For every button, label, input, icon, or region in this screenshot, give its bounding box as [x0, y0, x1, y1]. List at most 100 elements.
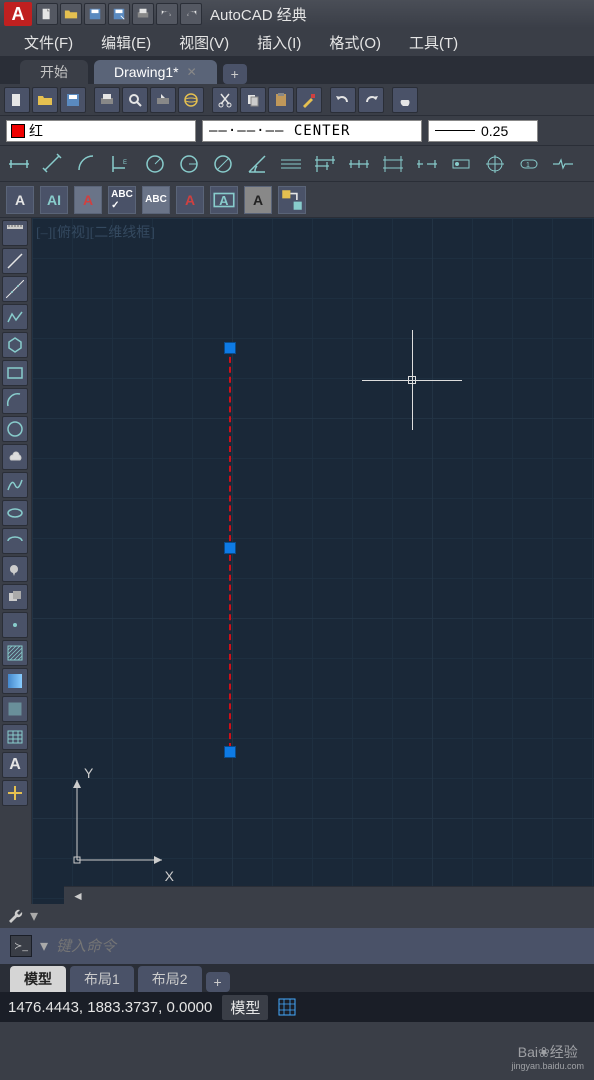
dim-linear[interactable]	[4, 149, 34, 179]
h-scrollbar[interactable]: ◄	[64, 886, 594, 904]
tb-cut[interactable]	[212, 87, 238, 113]
grip-mid[interactable]	[224, 542, 236, 554]
tb-pan[interactable]	[392, 87, 418, 113]
qat-print[interactable]	[132, 3, 154, 25]
draw-add[interactable]	[2, 780, 28, 806]
draw-rect[interactable]	[2, 360, 28, 386]
dim-continue[interactable]	[344, 149, 374, 179]
txt-find[interactable]: ABC	[142, 186, 170, 214]
menu-file[interactable]: 文件(F)	[10, 28, 87, 56]
cmd-prompt-icon[interactable]: ≻_	[10, 935, 32, 957]
dim-jogged[interactable]	[174, 149, 204, 179]
status-model[interactable]: 模型	[222, 995, 268, 1020]
qat-saveas[interactable]	[108, 3, 130, 25]
txt-dtext[interactable]: AI	[40, 186, 68, 214]
tb-open[interactable]	[32, 87, 58, 113]
tb-3d[interactable]	[178, 87, 204, 113]
dim-break[interactable]	[412, 149, 442, 179]
status-grid-icon[interactable]	[278, 998, 296, 1016]
draw-xline[interactable]	[2, 276, 28, 302]
tb-copy[interactable]	[240, 87, 266, 113]
draw-polygon[interactable]	[2, 332, 28, 358]
tb-preview[interactable]	[122, 87, 148, 113]
grip-bot[interactable]	[224, 746, 236, 758]
close-icon[interactable]: ✕	[187, 65, 197, 79]
txt-convert[interactable]	[278, 186, 306, 214]
tab-add[interactable]: +	[223, 64, 247, 84]
dim-angular[interactable]	[242, 149, 272, 179]
txt-style[interactable]: A	[74, 186, 102, 214]
qat-save[interactable]	[84, 3, 106, 25]
draw-table[interactable]	[2, 724, 28, 750]
tb-print[interactable]	[94, 87, 120, 113]
ucs-icon[interactable]: X Y	[62, 765, 172, 880]
qat-redo[interactable]	[180, 3, 202, 25]
qat-new[interactable]	[36, 3, 58, 25]
tb-publish[interactable]	[150, 87, 176, 113]
cmd-options[interactable]: ▾	[0, 904, 594, 928]
dim-space[interactable]	[378, 149, 408, 179]
draw-spline[interactable]	[2, 472, 28, 498]
linetype-select[interactable]: ——·——·—— CENTER	[202, 120, 422, 142]
tb-paste[interactable]	[268, 87, 294, 113]
dim-center[interactable]	[480, 149, 510, 179]
txt-mtext[interactable]: A	[6, 186, 34, 214]
dim-radius[interactable]	[140, 149, 170, 179]
draw-hatch[interactable]	[2, 640, 28, 666]
draw-pline[interactable]	[2, 304, 28, 330]
draw-ellarc[interactable]	[2, 528, 28, 554]
draw-text[interactable]: A	[2, 752, 28, 778]
dim-aligned[interactable]	[38, 149, 68, 179]
tab-layout2[interactable]: 布局2	[138, 966, 202, 992]
color-select[interactable]: 红	[6, 120, 196, 142]
dim-diameter[interactable]	[208, 149, 238, 179]
tb-new[interactable]	[4, 87, 30, 113]
dim-baseline[interactable]	[310, 149, 340, 179]
dim-quick[interactable]	[276, 149, 306, 179]
draw-line[interactable]	[2, 248, 28, 274]
tab-layout1[interactable]: 布局1	[70, 966, 134, 992]
menu-format[interactable]: 格式(O)	[315, 28, 395, 56]
layout-add[interactable]: +	[206, 972, 230, 992]
menu-insert[interactable]: 插入(I)	[243, 28, 315, 56]
draw-block[interactable]	[2, 584, 28, 610]
viewport-label[interactable]: [–][俯视][二维线框]	[36, 222, 155, 242]
draw-circle[interactable]	[2, 416, 28, 442]
tab-drawing1[interactable]: Drawing1* ✕	[94, 60, 217, 84]
txt-justify[interactable]: A	[210, 186, 238, 214]
drawing-canvas[interactable]: [–][俯视][二维线框] X Y ◄	[32, 218, 594, 904]
qat-open[interactable]	[60, 3, 82, 25]
lineweight-select[interactable]: 0.25	[428, 120, 538, 142]
dim-tolerance[interactable]	[446, 149, 476, 179]
draw-ruler[interactable]	[2, 220, 28, 246]
draw-insert[interactable]	[2, 556, 28, 582]
txt-field[interactable]: A	[244, 186, 272, 214]
txt-spell[interactable]: ABC✓	[108, 186, 136, 214]
scroll-left-icon[interactable]: ◄	[72, 889, 84, 903]
dim-inspect[interactable]: 1	[514, 149, 544, 179]
draw-point[interactable]	[2, 612, 28, 638]
dim-joglin[interactable]	[548, 149, 578, 179]
draw-arc[interactable]	[2, 388, 28, 414]
dim-arc[interactable]	[72, 149, 102, 179]
draw-gradient[interactable]	[2, 668, 28, 694]
draw-revcloud[interactable]	[2, 444, 28, 470]
command-line[interactable]: ≻_ ▾	[0, 928, 594, 964]
txt-scale[interactable]: A	[176, 186, 204, 214]
tb-redo2[interactable]	[358, 87, 384, 113]
menu-tools[interactable]: 工具(T)	[395, 28, 472, 56]
draw-ellipse[interactable]	[2, 500, 28, 526]
tab-model[interactable]: 模型	[10, 966, 66, 992]
tb-matchprop[interactable]	[296, 87, 322, 113]
dim-ordinate[interactable]: E	[106, 149, 136, 179]
tab-start[interactable]: 开始	[20, 60, 88, 84]
app-logo[interactable]: A	[4, 2, 32, 26]
grip-top[interactable]	[224, 342, 236, 354]
menu-edit[interactable]: 编辑(E)	[87, 28, 165, 56]
command-input[interactable]	[56, 938, 584, 955]
menu-view[interactable]: 视图(V)	[165, 28, 243, 56]
qat-undo[interactable]	[156, 3, 178, 25]
tb-save[interactable]	[60, 87, 86, 113]
draw-region[interactable]	[2, 696, 28, 722]
tb-undo2[interactable]	[330, 87, 356, 113]
